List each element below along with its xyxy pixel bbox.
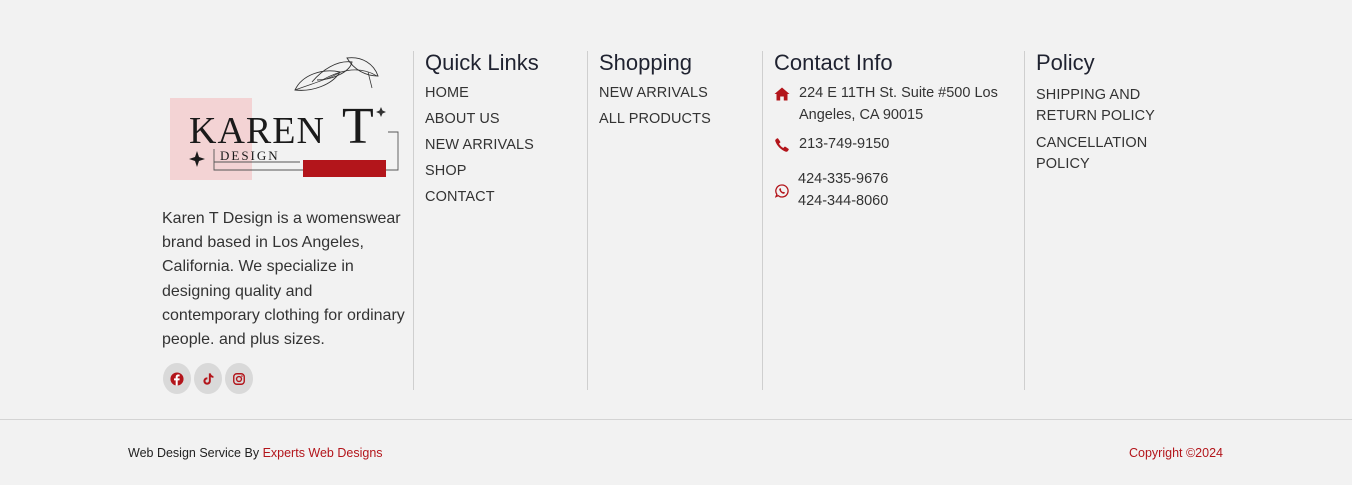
instagram-icon (233, 372, 245, 385)
contact-column: Contact Info 224 E 11TH St. Suite #500 L… (762, 51, 1025, 390)
policy-link-shipping-return[interactable]: SHIPPING AND RETURN POLICY (1036, 85, 1166, 127)
policy-link-cancellation[interactable]: CANCELLATION POLICY (1036, 133, 1166, 175)
shopping-title: Shopping (599, 50, 692, 75)
facebook-link[interactable] (163, 363, 191, 394)
instagram-link[interactable] (225, 363, 253, 394)
quick-links-title: Quick Links (425, 50, 539, 75)
quick-link-shop[interactable]: SHOP (425, 163, 588, 179)
brand-description: Karen T Design is a womenswear brand bas… (162, 210, 405, 349)
karent-design-logo: KAREN T DESIGN (170, 57, 399, 180)
quick-link-about[interactable]: ABOUT US (425, 111, 588, 127)
contact-address[interactable]: 224 E 11TH St. Suite #500 Los Angeles, C… (774, 83, 1014, 126)
whatsapp-number-2[interactable]: 424-344-8060 (798, 191, 888, 213)
facebook-icon (170, 371, 184, 386)
quick-links-column: Quick Links HOME ABOUT US NEW ARRIVALS S… (413, 51, 588, 390)
contact-phone[interactable]: 213-749-9150 (774, 134, 889, 156)
whatsapp-icon (774, 169, 790, 212)
brand-column: KAREN T DESIGN Karen T Design is a women… (162, 50, 405, 394)
contact-whatsapp[interactable]: 424-335-9676 424-344-8060 (774, 169, 888, 212)
address-text: 224 E 11TH St. Suite #500 Los Angeles, C… (799, 85, 998, 123)
shopping-link-all-products[interactable]: ALL PRODUCTS (599, 111, 763, 127)
policy-title: Policy (1036, 50, 1095, 75)
credit-prefix: Web Design Service By (128, 446, 260, 460)
quick-link-contact[interactable]: CONTACT (425, 189, 588, 205)
policy-column: Policy SHIPPING AND RETURN POLICY CANCEL… (1024, 51, 1184, 390)
shopping-link-new-arrivals[interactable]: NEW ARRIVALS (599, 85, 763, 101)
tiktok-icon (203, 372, 214, 385)
brand-logo[interactable]: KAREN T DESIGN (162, 50, 402, 190)
home-icon (774, 83, 790, 126)
footer-bottom-bar: Web Design Service By Experts Web Design… (0, 419, 1352, 485)
quick-links-list: HOME ABOUT US NEW ARRIVALS SHOP CONTACT (425, 85, 588, 205)
tiktok-link[interactable] (194, 363, 222, 394)
copyright-text: Copyright ©2024 (1129, 446, 1223, 460)
shopping-column: Shopping NEW ARRIVALS ALL PRODUCTS (587, 51, 763, 390)
quick-link-home[interactable]: HOME (425, 85, 588, 101)
policy-list: SHIPPING AND RETURN POLICY CANCELLATION … (1036, 85, 1184, 175)
whatsapp-number-1[interactable]: 424-335-9676 (798, 169, 888, 191)
design-credit: Web Design Service By Experts Web Design… (128, 446, 383, 460)
shopping-list: NEW ARRIVALS ALL PRODUCTS (599, 85, 763, 127)
footer-main: KAREN T DESIGN Karen T Design is a women… (0, 0, 1352, 419)
social-links (163, 363, 253, 394)
svg-text:KAREN: KAREN (189, 110, 325, 152)
phone-icon (774, 134, 790, 156)
contact-title: Contact Info (774, 50, 893, 75)
phone-text: 213-749-9150 (799, 136, 890, 152)
quick-link-new-arrivals[interactable]: NEW ARRIVALS (425, 137, 588, 153)
credit-link[interactable]: Experts Web Designs (263, 446, 383, 460)
svg-text:DESIGN: DESIGN (220, 148, 280, 163)
whatsapp-numbers: 424-335-9676 424-344-8060 (798, 169, 888, 212)
svg-text:T: T (342, 98, 374, 155)
